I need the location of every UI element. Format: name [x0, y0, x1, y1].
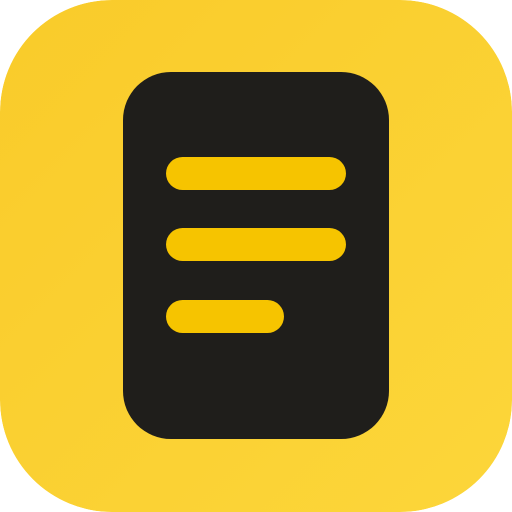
- notes-app-icon[interactable]: [0, 0, 512, 512]
- app-icon-graphic: [0, 0, 512, 512]
- text-line-2: [166, 228, 346, 261]
- text-line-1: [166, 157, 346, 190]
- text-line-3: [166, 300, 284, 333]
